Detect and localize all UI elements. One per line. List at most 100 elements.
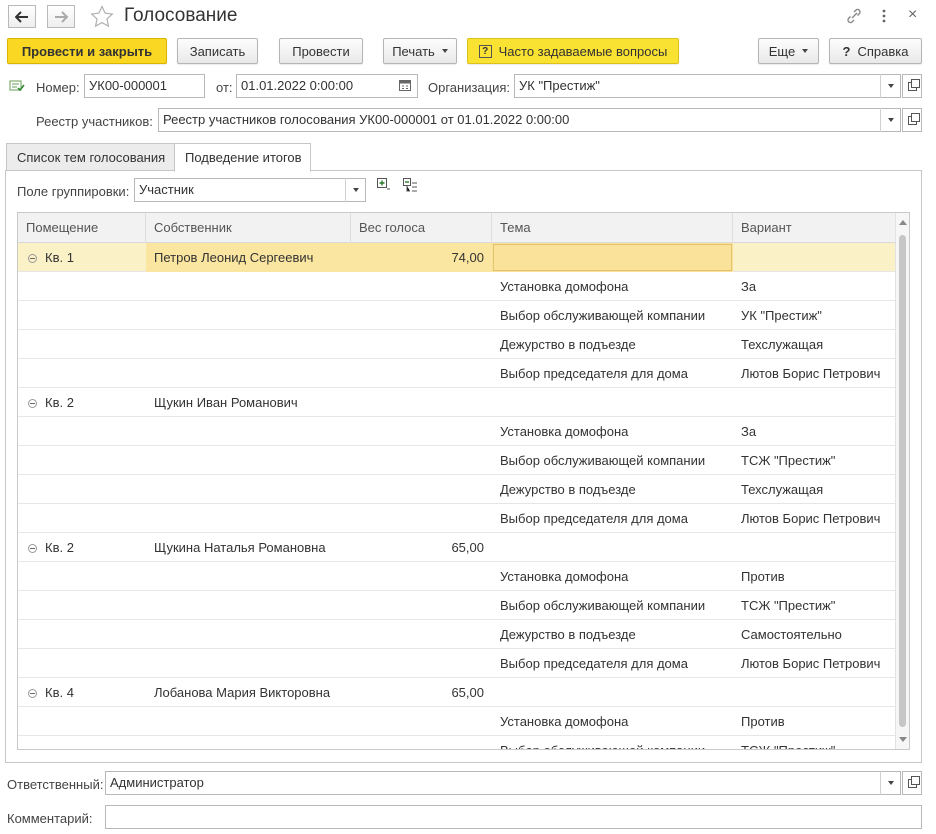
- cell-weight[interactable]: [351, 475, 492, 504]
- table-group-row[interactable]: Кв. 4 Лобанова Мария Викторовна 65,00: [18, 678, 896, 707]
- cell-weight[interactable]: [351, 359, 492, 388]
- table-row[interactable]: Установка домофона За: [18, 417, 896, 446]
- cell-weight[interactable]: 74,00: [351, 243, 492, 272]
- cell-room[interactable]: [18, 330, 146, 359]
- organization-field[interactable]: УК "Престиж": [514, 74, 901, 98]
- cell-owner[interactable]: [146, 591, 351, 620]
- cell-variant[interactable]: Против: [733, 707, 896, 736]
- cell-room[interactable]: [18, 475, 146, 504]
- number-field[interactable]: УК00-000001: [84, 74, 205, 98]
- table-row[interactable]: Дежурство в подъезде Самостоятельно: [18, 620, 896, 649]
- column-header-room[interactable]: Помещение: [18, 213, 146, 243]
- grouping-dropdown-button[interactable]: [345, 178, 365, 202]
- column-header-topic[interactable]: Тема: [492, 213, 733, 243]
- cell-topic[interactable]: [492, 243, 733, 272]
- collapse-all-icon[interactable]: [402, 177, 418, 196]
- cell-owner[interactable]: [146, 620, 351, 649]
- cell-room[interactable]: Кв. 2: [18, 388, 146, 417]
- table-row[interactable]: Дежурство в подъезде Техслужащая: [18, 330, 896, 359]
- cell-room[interactable]: [18, 359, 146, 388]
- cell-topic[interactable]: Дежурство в подъезде: [492, 475, 733, 504]
- cell-room[interactable]: [18, 707, 146, 736]
- column-header-owner[interactable]: Собственник: [146, 213, 351, 243]
- cell-room[interactable]: [18, 417, 146, 446]
- cell-owner[interactable]: [146, 330, 351, 359]
- cell-topic[interactable]: Выбор председателя для дома: [492, 504, 733, 533]
- registry-open-button[interactable]: [902, 108, 922, 132]
- table-row[interactable]: Выбор председателя для дома Лютов Борис П…: [18, 649, 896, 678]
- cell-room[interactable]: Кв. 4: [18, 678, 146, 707]
- cell-room[interactable]: [18, 301, 146, 330]
- cell-weight[interactable]: 65,00: [351, 533, 492, 562]
- cell-weight[interactable]: [351, 736, 492, 749]
- cell-topic[interactable]: Дежурство в подъезде: [492, 330, 733, 359]
- responsible-dropdown-button[interactable]: [880, 771, 900, 795]
- help-button[interactable]: ? Справка: [829, 38, 922, 64]
- table-row[interactable]: Выбор председателя для дома Лютов Борис П…: [18, 504, 896, 533]
- cell-weight[interactable]: [351, 388, 492, 417]
- cell-weight[interactable]: [351, 591, 492, 620]
- save-button[interactable]: Записать: [177, 38, 258, 64]
- cell-weight[interactable]: [351, 707, 492, 736]
- cell-variant[interactable]: ТСЖ "Престиж": [733, 736, 896, 749]
- back-button[interactable]: [8, 5, 36, 28]
- cell-topic[interactable]: Дежурство в подъезде: [492, 620, 733, 649]
- tab-results[interactable]: Подведение итогов: [174, 143, 311, 172]
- favorite-star-icon[interactable]: [90, 5, 114, 31]
- table-group-row[interactable]: Кв. 2 Щукина Наталья Романовна 65,00: [18, 533, 896, 562]
- cell-weight[interactable]: [351, 620, 492, 649]
- cell-weight[interactable]: [351, 417, 492, 446]
- cell-weight[interactable]: [351, 272, 492, 301]
- cell-owner[interactable]: Щукина Наталья Романовна: [146, 533, 351, 562]
- cell-weight[interactable]: [351, 562, 492, 591]
- table-row[interactable]: Выбор председателя для дома Лютов Борис П…: [18, 359, 896, 388]
- cell-variant[interactable]: Самостоятельно: [733, 620, 896, 649]
- cell-owner[interactable]: [146, 707, 351, 736]
- collapse-group-icon[interactable]: [28, 689, 37, 698]
- cell-topic[interactable]: Выбор председателя для дома: [492, 359, 733, 388]
- cell-topic[interactable]: [492, 388, 733, 417]
- close-icon[interactable]: ×: [908, 6, 917, 24]
- cell-owner[interactable]: [146, 272, 351, 301]
- cell-owner[interactable]: [146, 649, 351, 678]
- cell-room[interactable]: Кв. 1: [18, 243, 146, 272]
- cell-room[interactable]: [18, 504, 146, 533]
- table-row[interactable]: Установка домофона Против: [18, 707, 896, 736]
- faq-button[interactable]: ? Часто задаваемые вопросы: [467, 38, 679, 64]
- cell-variant[interactable]: ТСЖ "Престиж": [733, 446, 896, 475]
- cell-owner[interactable]: [146, 736, 351, 749]
- cell-topic[interactable]: Выбор обслуживающей компании: [492, 591, 733, 620]
- cell-weight[interactable]: [351, 330, 492, 359]
- calendar-icon[interactable]: [398, 78, 412, 95]
- cell-room[interactable]: [18, 591, 146, 620]
- cell-variant[interactable]: Лютов Борис Петрович: [733, 649, 896, 678]
- cell-weight[interactable]: [351, 649, 492, 678]
- table-group-row[interactable]: Кв. 2 Щукин Иван Романович: [18, 388, 896, 417]
- post-and-close-button[interactable]: Провести и закрыть: [7, 38, 167, 64]
- cell-owner[interactable]: [146, 359, 351, 388]
- table-row[interactable]: Выбор обслуживающей компании ТСЖ "Престиж…: [18, 736, 896, 749]
- cell-variant[interactable]: Против: [733, 562, 896, 591]
- table-row[interactable]: Выбор обслуживающей компании ТСЖ "Престиж…: [18, 446, 896, 475]
- cell-variant[interactable]: Лютов Борис Петрович: [733, 504, 896, 533]
- cell-variant[interactable]: ТСЖ "Престиж": [733, 591, 896, 620]
- column-header-weight[interactable]: Вес голоса: [351, 213, 492, 243]
- cell-topic[interactable]: Выбор обслуживающей компании: [492, 736, 733, 749]
- table-row[interactable]: Установка домофона За: [18, 272, 896, 301]
- cell-owner[interactable]: [146, 301, 351, 330]
- cell-owner[interactable]: [146, 475, 351, 504]
- collapse-group-icon[interactable]: [28, 544, 37, 553]
- cell-variant[interactable]: Техслужащая: [733, 330, 896, 359]
- cell-topic[interactable]: Выбор председателя для дома: [492, 649, 733, 678]
- cell-room[interactable]: [18, 649, 146, 678]
- cell-topic[interactable]: Установка домофона: [492, 707, 733, 736]
- cell-variant[interactable]: [733, 533, 896, 562]
- table-row[interactable]: Дежурство в подъезде Техслужащая: [18, 475, 896, 504]
- cell-room[interactable]: Кв. 2: [18, 533, 146, 562]
- vertical-scrollbar[interactable]: [895, 213, 909, 749]
- scroll-up-icon[interactable]: [899, 220, 907, 225]
- cell-topic[interactable]: [492, 678, 733, 707]
- expand-all-icon[interactable]: [376, 177, 390, 194]
- cell-weight[interactable]: 65,00: [351, 678, 492, 707]
- cell-variant[interactable]: Лютов Борис Петрович: [733, 359, 896, 388]
